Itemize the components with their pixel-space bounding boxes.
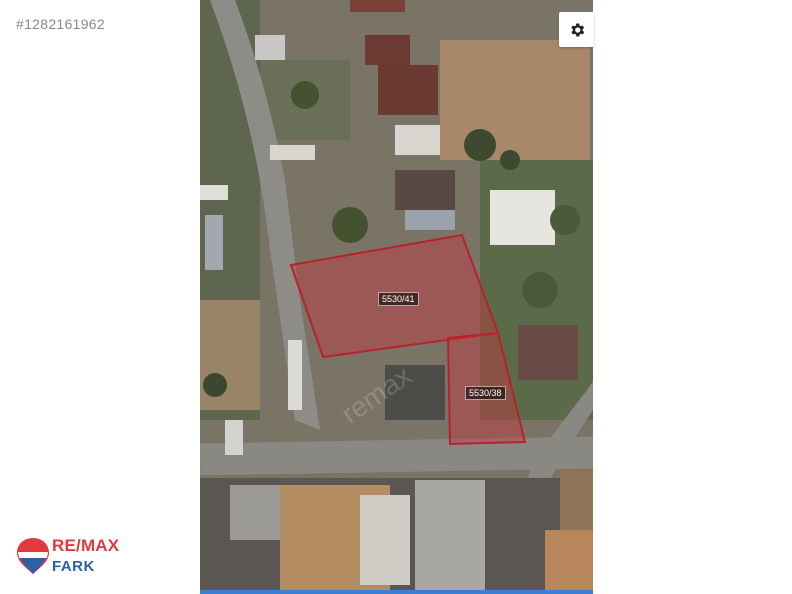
gear-icon [570, 22, 584, 37]
map-bottom-strip [200, 590, 593, 594]
settings-button[interactable] [559, 12, 594, 47]
parcel-label: 5530/38 [465, 386, 506, 400]
parcel-label: 5530/41 [378, 292, 419, 306]
satellite-map[interactable]: remax 5530/41 5530/38 [200, 0, 593, 594]
listing-id: #1282161962 [16, 16, 105, 32]
remax-logo: RE/MAX FARK [16, 536, 136, 580]
logo-text-top: RE/MAX [52, 536, 120, 555]
balloon-icon [17, 538, 49, 574]
logo-text-bottom: FARK [52, 558, 95, 575]
